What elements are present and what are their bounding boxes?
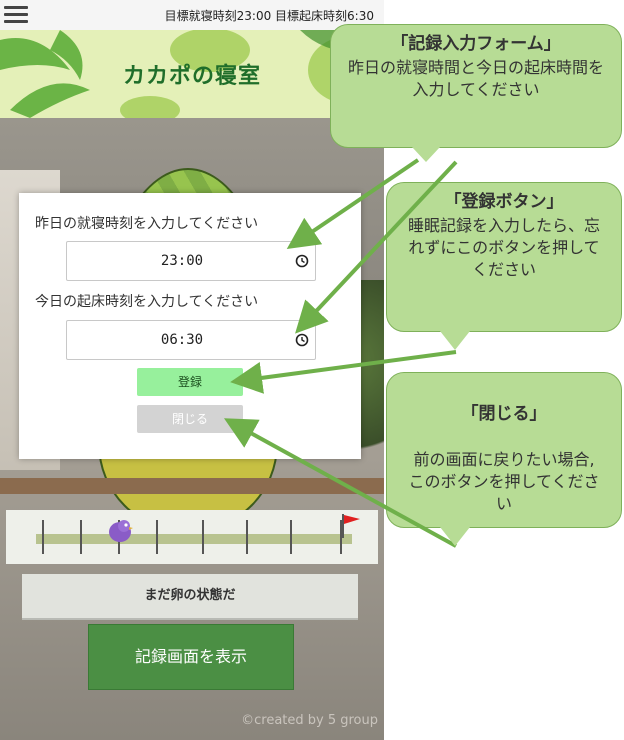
status-text: まだ卵の状態だ bbox=[22, 574, 358, 620]
bedtime-value: 23:00 bbox=[160, 253, 204, 269]
clock-icon[interactable] bbox=[295, 254, 309, 268]
credit-text: ©created by 5 group bbox=[241, 713, 378, 728]
callout-close-pointer bbox=[440, 527, 470, 546]
clock-icon[interactable] bbox=[295, 333, 309, 347]
register-button[interactable]: 登録 bbox=[137, 368, 243, 396]
callout-form-title: 「記録入力フォーム」 bbox=[391, 34, 561, 54]
callout-close-body: 前の画面に戻りたい場合, このボタンを押してください bbox=[408, 450, 600, 513]
callout-register: 「登録ボタン」 睡眠記録を入力したら、忘れずにこのボタンを押してください bbox=[386, 182, 622, 332]
callout-close: 「閉じる」 前の画面に戻りたい場合, このボタンを押してください bbox=[386, 372, 622, 528]
progress-tick bbox=[42, 520, 44, 554]
bedtime-label: 昨日の就寝時刻を入力してください bbox=[35, 216, 259, 232]
menu-icon[interactable] bbox=[4, 6, 28, 24]
wakeup-label: 今日の起床時刻を入力してください bbox=[35, 294, 259, 310]
growth-progress-panel bbox=[6, 510, 378, 564]
progress-tick bbox=[202, 520, 204, 554]
callout-register-pointer bbox=[440, 331, 470, 350]
wakeup-input[interactable]: 06:30 bbox=[66, 320, 316, 360]
bedtime-input[interactable]: 23:00 bbox=[66, 241, 316, 281]
app-screen: 目標就寝時刻23:00 目標起床時刻6:30 カカポの寝室 まだ卵の状態だ 記録… bbox=[0, 0, 384, 740]
callout-register-title: 「登録ボタン」 bbox=[444, 192, 564, 212]
progress-tick bbox=[246, 520, 248, 554]
progress-tick bbox=[80, 520, 82, 554]
shelf-background bbox=[0, 478, 384, 494]
callout-close-title: 「閉じる」 bbox=[461, 404, 547, 424]
bird-icon bbox=[109, 520, 133, 542]
wakeup-value: 06:30 bbox=[160, 332, 204, 348]
goal-flag-icon bbox=[342, 514, 360, 538]
callout-form-body: 昨日の就寝時間と今日の起床時間を入力してください bbox=[347, 58, 604, 99]
header-bar: 目標就寝時刻23:00 目標起床時刻6:30 bbox=[0, 0, 384, 30]
callout-form-pointer bbox=[412, 147, 440, 162]
progress-track bbox=[36, 534, 352, 544]
progress-tick bbox=[290, 520, 292, 554]
progress-tick bbox=[156, 520, 158, 554]
app-title: カカポの寝室 bbox=[122, 64, 261, 89]
record-input-form: 昨日の就寝時刻を入力してください 23:00 今日の起床時刻を入力してください … bbox=[19, 193, 361, 459]
callout-register-body: 睡眠記録を入力したら、忘れずにこのボタンを押してください bbox=[407, 216, 600, 279]
show-record-button[interactable]: 記録画面を表示 bbox=[88, 624, 294, 690]
target-times-text: 目標就寝時刻23:00 目標起床時刻6:30 bbox=[164, 9, 374, 23]
callout-form: 「記録入力フォーム」 昨日の就寝時間と今日の起床時間を入力してください bbox=[330, 24, 622, 148]
close-button[interactable]: 閉じる bbox=[137, 405, 243, 433]
